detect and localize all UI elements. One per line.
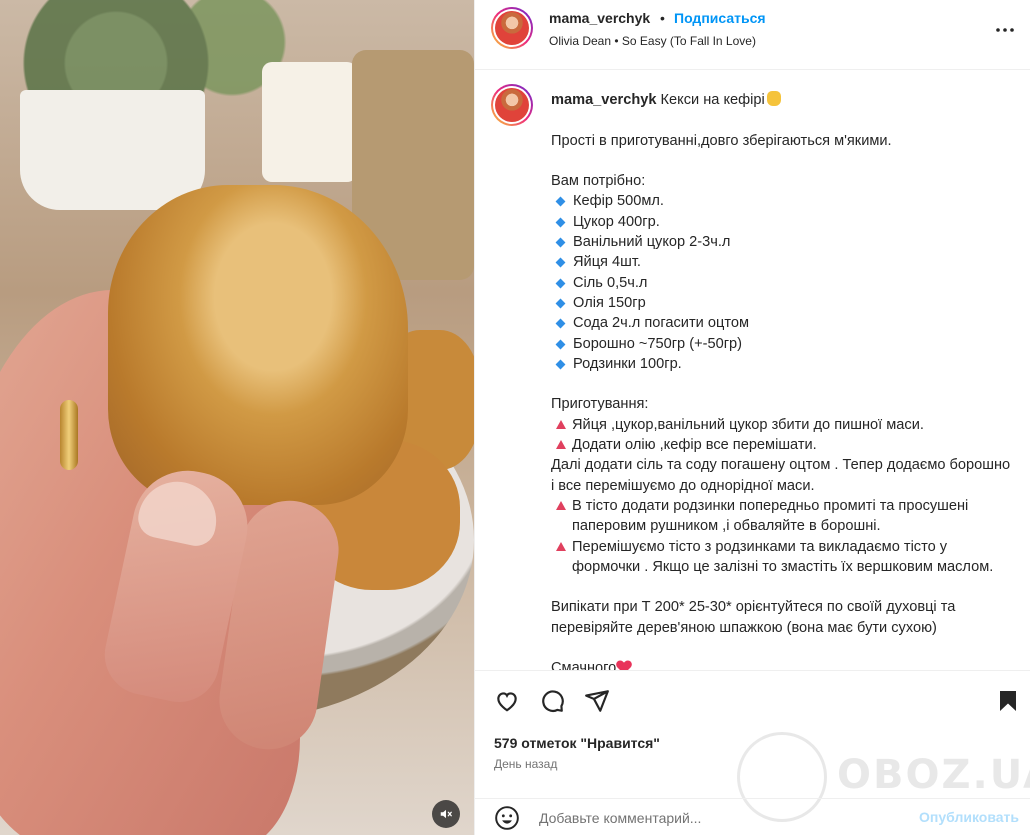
post-caption: mama_verchyk Кекси на кефірі Прості в пр… xyxy=(475,70,1030,670)
post-video[interactable] xyxy=(0,0,474,835)
follow-button[interactable]: Подписаться xyxy=(674,10,766,26)
post-header: mama_verchyk • Подписаться Olivia Dean •… xyxy=(475,0,1030,70)
comment-button[interactable] xyxy=(538,687,566,715)
caption-title: Кекси на кефірі xyxy=(660,92,765,108)
blue-diamond-icon xyxy=(555,339,566,350)
blue-diamond-icon xyxy=(555,298,566,309)
blue-diamond-icon xyxy=(555,278,566,289)
ingredient-item: Борошно ~750гр (+-50гр) xyxy=(551,334,1011,354)
save-button[interactable] xyxy=(994,687,1022,715)
heart-icon xyxy=(497,692,517,712)
blue-diamond-icon xyxy=(555,359,566,370)
step-text: Далі додати сіль та соду погашену оцтом … xyxy=(551,457,1011,494)
emoji-icon[interactable] xyxy=(494,805,520,831)
comment-input[interactable] xyxy=(539,807,899,829)
caption-intro: Прості в приготуванні,довго зберігаються… xyxy=(551,132,892,149)
audio-track-link[interactable]: Olivia Dean • So Easy (To Fall In Love) xyxy=(549,34,756,48)
ingredient-item: Ванільний цукор 2-3ч.л xyxy=(551,232,1011,252)
like-button[interactable] xyxy=(493,687,521,715)
ingredient-item: Яйця 4шт. xyxy=(551,252,1011,272)
avatar[interactable] xyxy=(491,7,533,49)
background-pot xyxy=(20,90,205,210)
header-username[interactable]: mama_verchyk xyxy=(549,10,650,26)
baking-note: Випікати при Т 200* 25-30* орієнтуйтеся … xyxy=(551,599,956,636)
ingredient-item: Сода 2ч.л погасити оцтом xyxy=(551,313,1011,333)
blue-diamond-icon xyxy=(555,318,566,329)
blue-diamond-icon xyxy=(555,217,566,228)
likes-count[interactable]: 579 отметок "Нравится" xyxy=(494,735,660,751)
preparation-heading: Приготування: xyxy=(551,396,649,413)
caption-username[interactable]: mama_verchyk xyxy=(551,92,656,108)
ingredient-item: Родзинки 100гр. xyxy=(551,354,1011,374)
red-triangle-icon xyxy=(556,440,566,450)
speaker-muted-icon xyxy=(440,809,452,819)
muffin xyxy=(108,185,408,505)
caption-body: mama_verchyk Кекси на кефірі Прості в пр… xyxy=(551,90,1011,670)
ring xyxy=(60,400,78,470)
red-triangle-icon xyxy=(556,500,566,510)
step-item: Додати олію ,кефір все перемішати. xyxy=(551,435,1011,455)
heart-emoji-icon xyxy=(617,661,631,670)
step-item: Яйця ,цукор,ванільний цукор збити до пиш… xyxy=(551,415,1011,435)
red-triangle-icon xyxy=(556,419,566,429)
background-candle xyxy=(262,62,357,182)
blue-diamond-icon xyxy=(555,237,566,248)
ingredient-item: Олія 150гр xyxy=(551,293,1011,313)
comment-bar: Опубликовать xyxy=(475,798,1030,835)
step-item: В тісто додати родзинки попередньо проми… xyxy=(551,496,1011,537)
ok-hand-emoji-icon xyxy=(766,91,781,106)
more-horizontal-icon[interactable] xyxy=(993,18,1017,42)
mute-button[interactable] xyxy=(432,800,460,828)
post-actions xyxy=(475,670,1030,730)
bookmark-icon xyxy=(1000,691,1016,711)
ingredients-heading: Вам потрібно: xyxy=(551,173,646,190)
separator-dot: • xyxy=(660,10,665,26)
avatar[interactable] xyxy=(491,84,533,126)
red-triangle-icon xyxy=(556,541,566,551)
ingredient-item: Кефір 500мл. xyxy=(551,191,1011,211)
ingredient-item: Цукор 400гр. xyxy=(551,212,1011,232)
comment-icon xyxy=(542,690,564,713)
post-comment-button[interactable]: Опубликовать xyxy=(919,809,1019,825)
share-button[interactable] xyxy=(583,687,611,715)
post-details-panel: mama_verchyk • Подписаться Olivia Dean •… xyxy=(474,0,1030,835)
blue-diamond-icon xyxy=(555,197,566,207)
blue-diamond-icon xyxy=(555,257,566,268)
step-item: Перемішуємо тісто з родзинками та виклад… xyxy=(551,537,1011,578)
share-icon xyxy=(585,690,609,712)
post-date[interactable]: День назад xyxy=(494,757,557,771)
ingredient-item: Сіль 0,5ч.л xyxy=(551,273,1011,293)
closing-text: Смачного xyxy=(551,660,617,670)
watermark-text: OBOZ.UA xyxy=(837,752,1030,798)
